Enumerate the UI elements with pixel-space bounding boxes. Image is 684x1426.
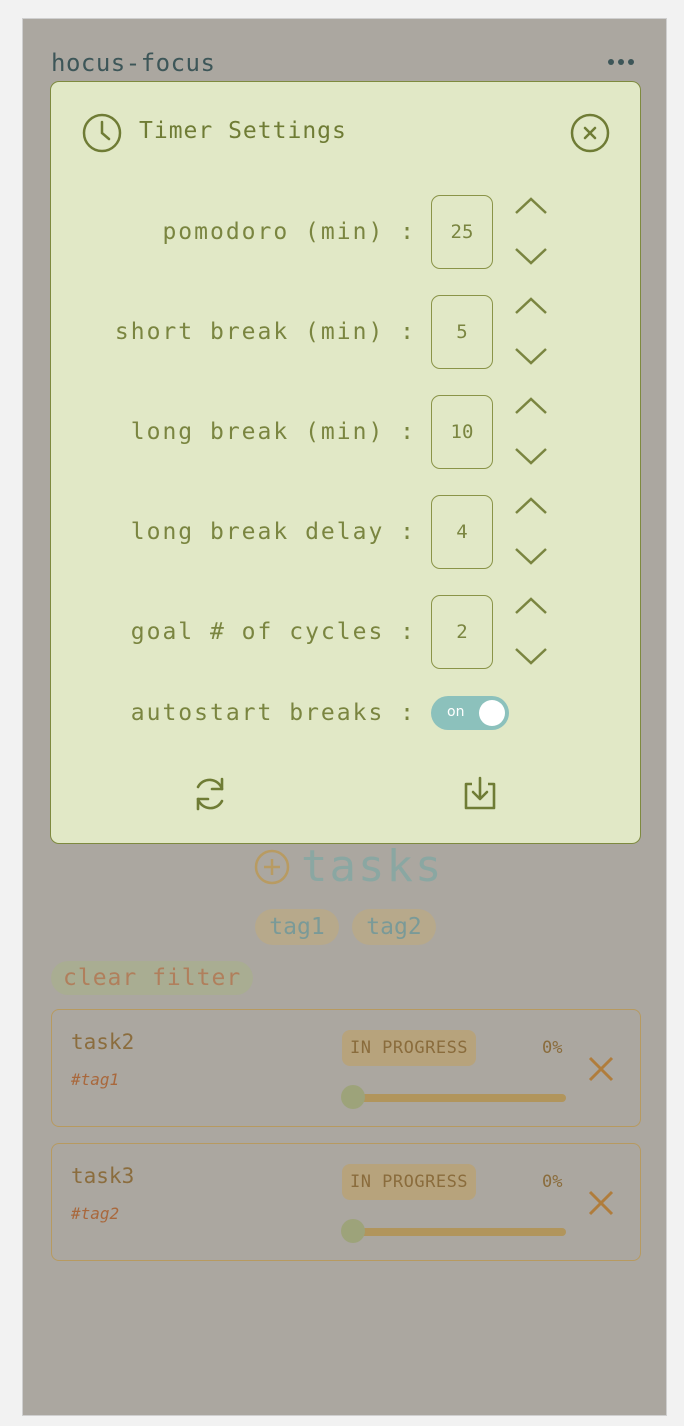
task-name: task3 [71, 1164, 135, 1188]
ellipsis-icon[interactable] [608, 57, 638, 67]
chevron-up-icon[interactable] [513, 594, 549, 618]
pomodoro-input[interactable]: 25 [431, 195, 493, 269]
x-icon[interactable] [586, 1188, 616, 1218]
status-badge[interactable]: IN PROGRESS [342, 1030, 476, 1066]
long-break-delay-input[interactable]: 4 [431, 495, 493, 569]
chevron-down-icon[interactable] [513, 344, 549, 368]
progress-slider-thumb[interactable] [341, 1085, 365, 1109]
app-title: hocus-focus [51, 49, 216, 77]
chevron-up-icon[interactable] [513, 494, 549, 518]
chevron-down-icon[interactable] [513, 244, 549, 268]
status-badge[interactable]: IN PROGRESS [342, 1164, 476, 1200]
refresh-icon[interactable] [188, 772, 232, 816]
chevron-up-icon[interactable] [513, 394, 549, 418]
long-break-input[interactable]: 10 [431, 395, 493, 469]
progress-slider-track[interactable] [352, 1228, 566, 1236]
chevron-down-icon[interactable] [513, 544, 549, 568]
x-icon[interactable] [586, 1054, 616, 1084]
clock-icon [82, 113, 122, 153]
chevron-down-icon[interactable] [513, 444, 549, 468]
tag-filter-chip[interactable]: tag2 [352, 909, 436, 945]
chevron-down-icon[interactable] [513, 644, 549, 668]
modal-title: Timer Settings [139, 118, 347, 144]
long-break-label: long break (min) : [130, 419, 416, 445]
task-card[interactable]: task2 #tag1 IN PROGRESS 0% [51, 1009, 641, 1127]
progress-percent: 0% [542, 1038, 563, 1058]
progress-percent: 0% [542, 1172, 563, 1192]
chevron-up-icon[interactable] [513, 294, 549, 318]
pomodoro-label: pomodoro (min) : [162, 219, 416, 245]
download-icon[interactable] [458, 772, 502, 816]
goal-cycles-input[interactable]: 2 [431, 595, 493, 669]
autostart-breaks-toggle[interactable]: on [431, 696, 509, 730]
close-circle-icon[interactable] [569, 112, 611, 154]
toggle-state-label: on [447, 704, 465, 720]
short-break-input[interactable]: 5 [431, 295, 493, 369]
chevron-up-icon[interactable] [513, 194, 549, 218]
progress-slider-track[interactable] [352, 1094, 566, 1102]
progress-slider-thumb[interactable] [341, 1219, 365, 1243]
tag-filter-chip[interactable]: tag1 [255, 909, 339, 945]
goal-cycles-label: goal # of cycles : [130, 619, 416, 645]
task-name: task2 [71, 1030, 135, 1054]
plus-circle-icon[interactable] [253, 848, 291, 886]
timer-settings-modal: Timer Settings pomodoro (min) : 25 short… [50, 81, 641, 844]
task-tag: #tag2 [71, 1204, 120, 1223]
autostart-breaks-label: autostart breaks : [130, 700, 416, 726]
task-tag: #tag1 [71, 1070, 120, 1089]
toggle-knob [479, 700, 505, 726]
long-break-delay-label: long break delay : [130, 519, 416, 545]
short-break-label: short break (min) : [114, 319, 416, 345]
tasks-title: tasks [301, 841, 444, 892]
task-card[interactable]: task3 #tag2 IN PROGRESS 0% [51, 1143, 641, 1261]
tasks-header: tasks [253, 841, 443, 892]
clear-filter-button[interactable]: clear filter [51, 961, 254, 995]
